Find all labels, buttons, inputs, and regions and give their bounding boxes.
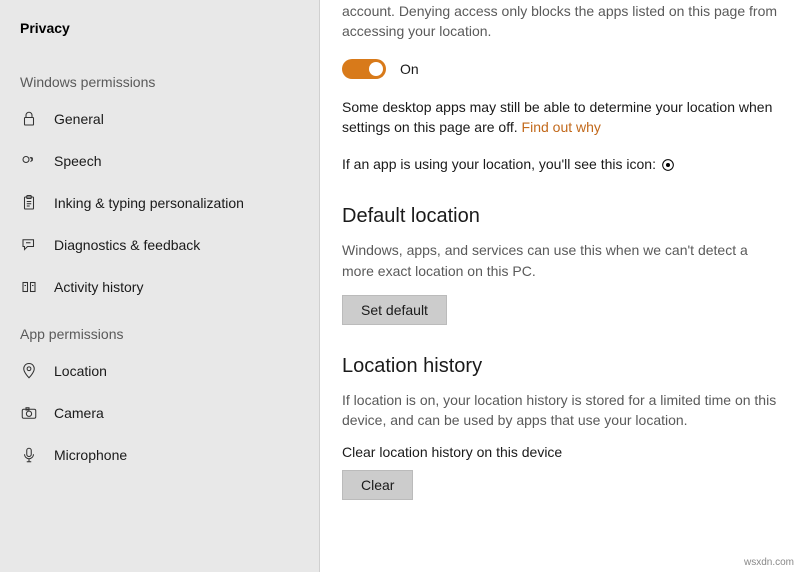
sidebar: Privacy Windows permissions General Spee… <box>0 0 320 572</box>
default-location-heading: Default location <box>342 205 778 228</box>
section-header-windows-permissions: Windows permissions <box>0 56 319 98</box>
sidebar-item-label: Activity history <box>54 279 143 295</box>
feedback-icon <box>20 236 38 254</box>
lock-icon <box>20 110 38 128</box>
sidebar-item-label: Diagnostics & feedback <box>54 237 200 253</box>
watermark: wsxdn.com <box>744 557 794 568</box>
section-header-app-permissions: App permissions <box>0 308 319 350</box>
sidebar-item-label: Speech <box>54 153 101 169</box>
clear-button[interactable]: Clear <box>342 470 413 500</box>
sidebar-item-location[interactable]: Location <box>0 350 319 392</box>
desktop-apps-note: Some desktop apps may still be able to d… <box>342 97 778 138</box>
sidebar-item-diagnostics[interactable]: Diagnostics & feedback <box>0 224 319 266</box>
camera-icon <box>20 404 38 422</box>
sidebar-item-label: Inking & typing personalization <box>54 195 244 211</box>
default-location-desc: Windows, apps, and services can use this… <box>342 240 778 281</box>
microphone-icon <box>20 446 38 464</box>
sidebar-item-label: Location <box>54 363 107 379</box>
app-using-location-note: If an app is using your location, you'll… <box>342 154 778 175</box>
sidebar-title: Privacy <box>0 14 319 56</box>
sidebar-item-microphone[interactable]: Microphone <box>0 434 319 476</box>
location-history-heading: Location history <box>342 355 778 378</box>
toggle-state-label: On <box>400 61 419 77</box>
location-toggle-row: On <box>342 59 778 79</box>
sidebar-item-label: Microphone <box>54 447 127 463</box>
location-toggle[interactable] <box>342 59 386 79</box>
sidebar-item-label: General <box>54 111 104 127</box>
location-in-use-icon <box>660 155 676 175</box>
app-using-text: If an app is using your location, you'll… <box>342 156 660 172</box>
toggle-knob <box>369 62 383 76</box>
find-out-why-link[interactable]: Find out why <box>522 119 601 135</box>
sidebar-item-label: Camera <box>54 405 104 421</box>
sidebar-item-activity-history[interactable]: Activity history <box>0 266 319 308</box>
history-icon <box>20 278 38 296</box>
sidebar-item-inking[interactable]: Inking & typing personalization <box>0 182 319 224</box>
set-default-button[interactable]: Set default <box>342 295 447 325</box>
clear-history-label: Clear location history on this device <box>342 444 778 460</box>
sidebar-item-general[interactable]: General <box>0 98 319 140</box>
location-history-desc: If location is on, your location history… <box>342 390 778 431</box>
main-content: account. Denying access only blocks the … <box>320 0 800 572</box>
sidebar-item-speech[interactable]: Speech <box>0 140 319 182</box>
location-icon <box>20 362 38 380</box>
clipboard-icon <box>20 194 38 212</box>
intro-text-partial: account. Denying access only blocks the … <box>342 2 778 41</box>
sidebar-item-camera[interactable]: Camera <box>0 392 319 434</box>
speech-icon <box>20 152 38 170</box>
